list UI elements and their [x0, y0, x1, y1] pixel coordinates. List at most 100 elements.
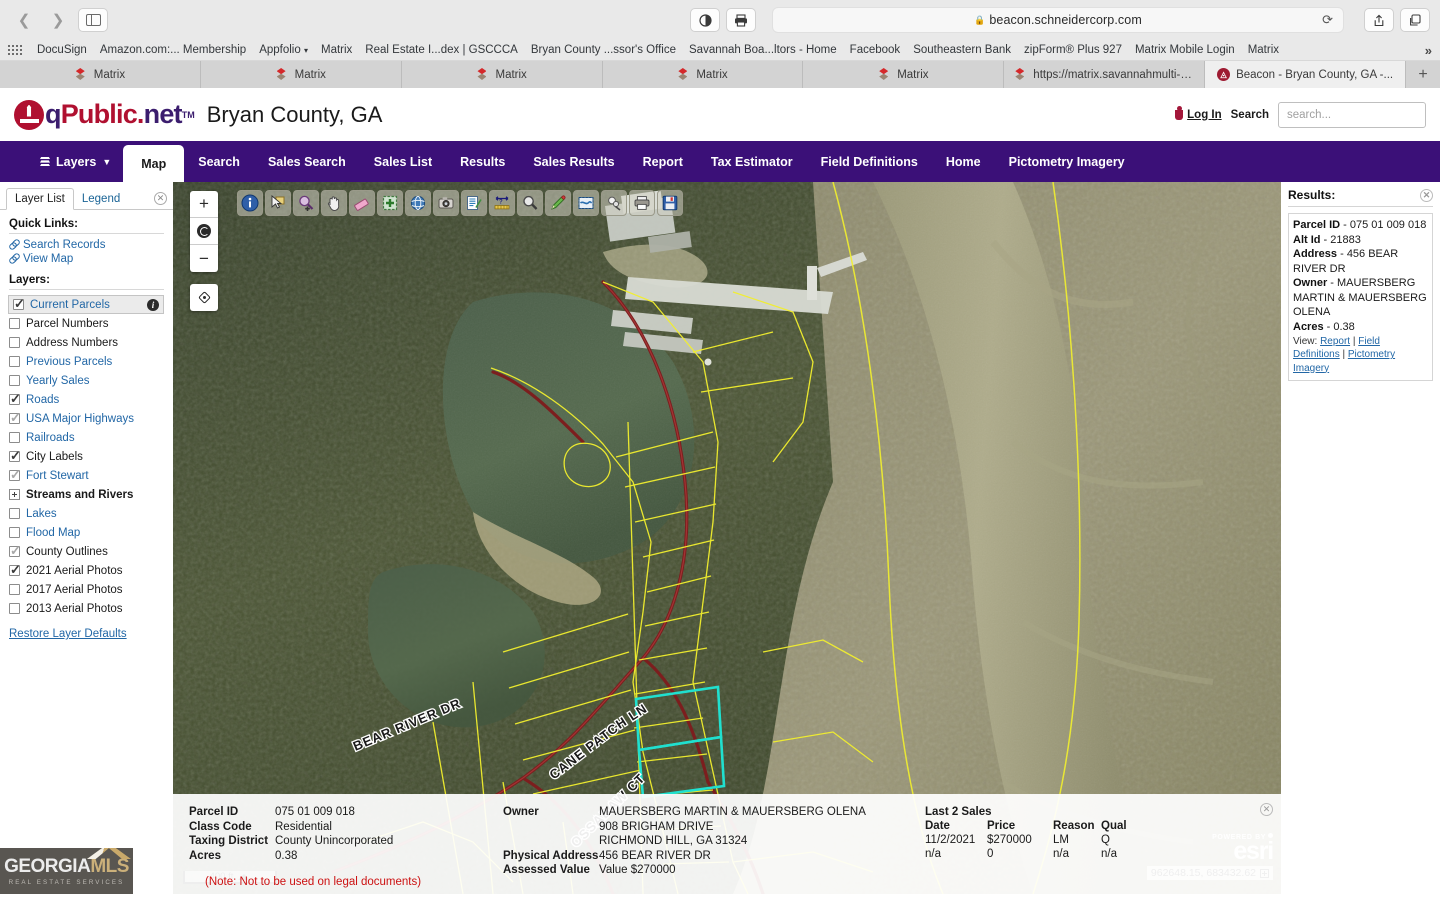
browser-tab[interactable]: Matrix	[401, 61, 603, 88]
reload-icon[interactable]: ⟳	[1322, 12, 1333, 28]
layer-checkbox[interactable]	[9, 318, 20, 329]
tabs-overview-icon[interactable]	[1400, 8, 1430, 32]
street-view-icon[interactable]	[433, 190, 459, 216]
new-tab-button[interactable]: +	[1406, 61, 1440, 88]
qpublic-logo[interactable]: q Public. net TM	[14, 99, 195, 130]
layer-item-2017-aerial-photos[interactable]: 2017 Aerial Photos	[9, 580, 164, 599]
measure-icon[interactable]: ?	[489, 190, 515, 216]
layer-checkbox[interactable]	[9, 410, 21, 426]
nav-item-sales-list[interactable]: Sales List	[360, 141, 446, 182]
layer-item-usa-major-highways[interactable]: USA Major Highways	[9, 409, 164, 428]
globe-basemap-icon[interactable]	[405, 190, 431, 216]
layer-checkbox[interactable]	[9, 432, 20, 443]
nav-item-report[interactable]: Report	[629, 141, 697, 182]
layer-checkbox[interactable]	[9, 508, 20, 519]
save-map-icon[interactable]	[657, 190, 683, 216]
bookmark-facebook[interactable]: Facebook	[850, 44, 901, 56]
expand-icon[interactable]	[9, 489, 20, 500]
search-input[interactable]	[1287, 108, 1440, 121]
nav-item-field-definitions[interactable]: Field Definitions	[807, 141, 932, 182]
nav-item-results[interactable]: Results	[446, 141, 519, 182]
browser-tab-active[interactable]: ◬ Beacon - Bryan County, GA -...	[1205, 61, 1407, 88]
legend-tool-icon[interactable]	[461, 190, 487, 216]
layer-checkbox[interactable]	[9, 391, 21, 407]
buffer-icon[interactable]	[601, 190, 627, 216]
bookmark-bryan-county[interactable]: Bryan County ...ssor's Office	[531, 44, 676, 56]
layer-item-railroads[interactable]: Railroads	[9, 428, 164, 447]
layer-checkbox[interactable]	[13, 296, 25, 312]
apps-grid-icon[interactable]	[8, 44, 24, 56]
bookmark-matrix-mobile-login[interactable]: Matrix Mobile Login	[1135, 44, 1235, 56]
select-parcel-icon[interactable]	[265, 190, 291, 216]
restore-layer-defaults-link[interactable]: Restore Layer Defaults	[9, 628, 127, 640]
privacy-shield-icon[interactable]	[690, 8, 720, 32]
layer-checkbox[interactable]	[9, 527, 20, 538]
layer-item-city-labels[interactable]: City Labels	[9, 447, 164, 466]
layer-item-previous-parcels[interactable]: Previous Parcels	[9, 352, 164, 371]
layer-item-flood-map[interactable]: Flood Map	[9, 523, 164, 542]
layer-checkbox[interactable]	[9, 448, 21, 464]
layer-item-address-numbers[interactable]: Address Numbers	[9, 333, 164, 352]
add-selection-icon[interactable]	[377, 190, 403, 216]
layer-checkbox[interactable]	[9, 356, 20, 367]
bookmark-southeastern-bank[interactable]: Southeastern Bank	[913, 44, 1011, 56]
bookmark-zipform[interactable]: zipForm® Plus 927	[1024, 44, 1122, 56]
bookmarks-overflow-icon[interactable]: »	[1425, 43, 1432, 58]
layer-checkbox[interactable]	[9, 562, 21, 578]
locate-button[interactable]	[190, 284, 218, 311]
nav-item-tax-estimator[interactable]: Tax Estimator	[697, 141, 807, 182]
close-icon[interactable]: ✕	[154, 192, 167, 205]
browser-tab[interactable]: Matrix	[200, 61, 402, 88]
print-map-icon[interactable]	[629, 190, 655, 216]
print-icon[interactable]	[726, 8, 756, 32]
layer-checkbox[interactable]	[9, 375, 20, 386]
default-extent-button[interactable]	[190, 218, 218, 245]
layer-item-lakes[interactable]: Lakes	[9, 504, 164, 523]
tab-layer-list[interactable]: Layer List	[6, 188, 74, 210]
layer-item-roads[interactable]: Roads	[9, 390, 164, 409]
layer-checkbox[interactable]	[9, 584, 20, 595]
bookmark-docusign[interactable]: DocuSign	[37, 44, 87, 56]
back-arrow-icon[interactable]: ❮	[10, 8, 38, 32]
bookmark-matrix-1[interactable]: Matrix	[321, 44, 352, 56]
result-card[interactable]: Parcel ID - 075 01 009 018 Alt Id - 2188…	[1288, 213, 1433, 381]
identify-icon[interactable]	[237, 190, 263, 216]
layer-item-2013-aerial-photos[interactable]: 2013 Aerial Photos	[9, 599, 164, 618]
layer-item-yearly-sales[interactable]: Yearly Sales	[9, 371, 164, 390]
draw-markup-icon[interactable]	[545, 190, 571, 216]
nav-item-pictometry-imagery[interactable]: Pictometry Imagery	[995, 141, 1139, 182]
nav-layers-dropdown[interactable]: Layers ▼	[28, 141, 123, 182]
layer-item-current-parcels[interactable]: Current Parcels i	[8, 295, 164, 314]
bookmark-matrix-2[interactable]: Matrix	[1248, 44, 1279, 56]
layer-checkbox[interactable]	[9, 337, 20, 348]
forward-arrow-icon[interactable]: ❯	[44, 8, 72, 32]
bookmark-appfolio[interactable]: Appfolio ▾	[259, 44, 308, 56]
zoom-in-button[interactable]: +	[190, 191, 218, 218]
map-frame-icon[interactable]	[573, 190, 599, 216]
nav-item-sales-search[interactable]: Sales Search	[254, 141, 360, 182]
pan-tool-icon[interactable]	[321, 190, 347, 216]
address-bar[interactable]: 🔒 beacon.schneidercorp.com ⟳	[772, 7, 1344, 33]
quick-link-search-records[interactable]: Search Records	[9, 239, 164, 251]
browser-tab[interactable]: Matrix	[0, 61, 201, 88]
info-icon[interactable]: i	[147, 298, 159, 311]
bookmark-gsccca[interactable]: Real Estate I...dex | GSCCCA	[365, 44, 518, 56]
layer-item-fort-stewart[interactable]: Fort Stewart	[9, 466, 164, 485]
search-label[interactable]: Search	[1231, 109, 1269, 121]
map-viewport[interactable]: OSSABAW CT CANE PATCH LN BEAR RIVER DR +…	[173, 182, 1281, 894]
layer-checkbox[interactable]	[9, 467, 21, 483]
share-icon[interactable]	[1364, 8, 1394, 32]
bookmark-amazon[interactable]: Amazon.com:... Membership	[100, 44, 246, 56]
browser-tab[interactable]: https://matrix.savannahmulti-li...	[1004, 61, 1206, 88]
layer-item-county-outlines[interactable]: County Outlines	[9, 542, 164, 561]
tab-legend[interactable]: Legend	[74, 189, 128, 209]
bookmark-savannah-realtors[interactable]: Savannah Boa...ltors - Home	[689, 44, 837, 56]
browser-tab[interactable]: Matrix	[803, 61, 1005, 88]
layer-item-parcel-numbers[interactable]: Parcel Numbers	[9, 314, 164, 333]
eraser-icon[interactable]	[349, 190, 375, 216]
nav-item-home[interactable]: Home	[932, 141, 995, 182]
zoom-in-tool-icon[interactable]	[293, 190, 319, 216]
header-search-box[interactable]	[1278, 101, 1440, 128]
close-icon[interactable]: ✕	[1420, 188, 1433, 202]
layer-item-streams-and-rivers[interactable]: Streams and Rivers	[9, 485, 164, 504]
